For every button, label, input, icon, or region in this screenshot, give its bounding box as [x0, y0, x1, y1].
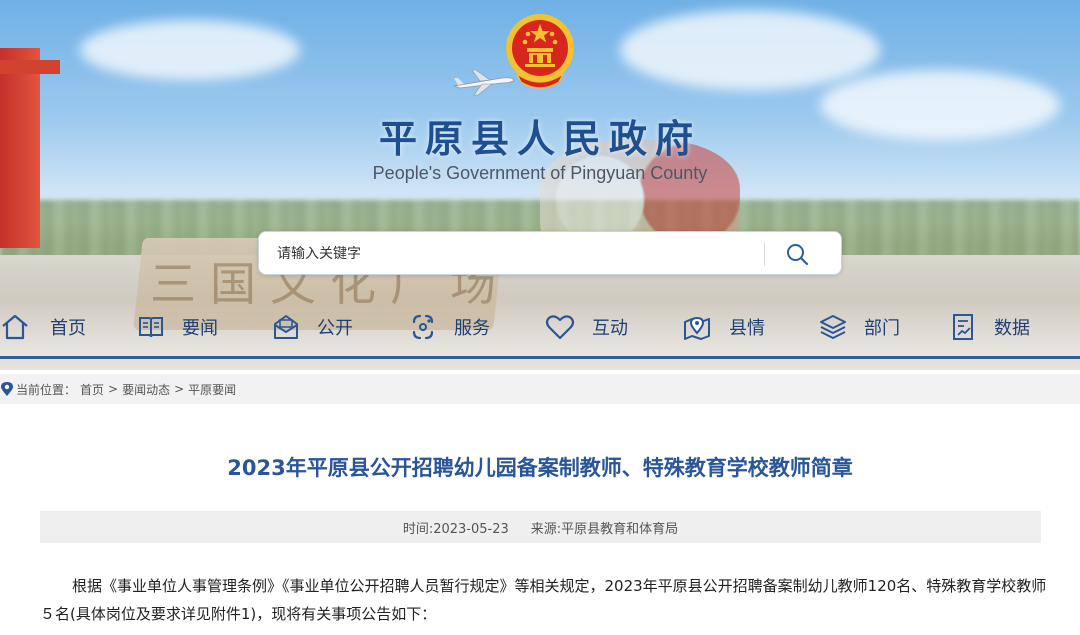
article-meta: 时间:2023-05-23 来源:平原县教育和体育局 [40, 511, 1041, 543]
envelope-icon [274, 315, 298, 339]
red-gate-beam [0, 60, 60, 74]
nav-item-county[interactable]: 县情 [681, 297, 765, 357]
nav-item-public[interactable]: 公开 [271, 297, 353, 357]
national-emblem-icon [506, 14, 574, 89]
breadcrumb-separator: > [174, 382, 185, 396]
breadcrumb: 当前位置： 首页 > 要闻动态 > 平原要闻 [0, 374, 1080, 404]
header-banner: 三国文化广场 平原县人民政府 People's Government of Pi… [0, 0, 1080, 370]
book-icon [139, 317, 163, 338]
nav-label: 互动 [592, 318, 628, 339]
nav-item-home[interactable]: 首页 [0, 297, 86, 357]
nav-item-departments[interactable]: 部门 [818, 297, 900, 357]
nav-item-data[interactable]: 数据 [948, 297, 1030, 357]
heart-icon [545, 315, 575, 340]
search-box [258, 231, 842, 275]
nav-item-news[interactable]: 要闻 [136, 297, 218, 357]
breadcrumb-separator: > [108, 382, 119, 396]
search-input[interactable] [277, 242, 757, 266]
article-source: 来源:平原县教育和体育局 [530, 521, 679, 537]
cloud [80, 20, 300, 80]
site-title: 平原县人民政府 [378, 116, 701, 161]
search-icon [787, 244, 809, 266]
nav-item-service[interactable]: 服务 [408, 297, 490, 357]
nav-label: 服务 [454, 318, 490, 339]
article-paragraph: 根据《事业单位人事管理条例》《事业单位公开招聘人员暂行规定》等相关规定，2023… [40, 577, 1047, 623]
main-nav: 首页 要闻 公开 服务 互动 县情 部门 数据 [0, 297, 1080, 357]
publish-time: 时间:2023-05-23 [402, 521, 509, 537]
home-icon [2, 314, 28, 340]
nav-underline [0, 356, 1080, 359]
nav-label: 首页 [50, 318, 86, 339]
data-icon [953, 314, 973, 340]
map-pin-icon [684, 316, 710, 340]
service-icon [412, 314, 434, 340]
nav-label: 要闻 [182, 318, 218, 339]
breadcrumb-home[interactable]: 首页 [80, 381, 104, 398]
breadcrumb-prefix: 当前位置： [16, 382, 77, 397]
layers-icon [820, 315, 846, 339]
nav-label: 公开 [317, 318, 353, 339]
search-divider [764, 242, 765, 266]
nav-label: 部门 [864, 318, 900, 339]
breadcrumb-local-news[interactable]: 平原要闻 [188, 381, 236, 398]
cloud [620, 10, 880, 90]
nav-label: 县情 [729, 318, 765, 339]
location-icon [1, 382, 13, 396]
nav-label: 数据 [994, 318, 1030, 339]
nav-item-interact[interactable]: 互动 [544, 297, 628, 357]
site-subtitle: People's Government of Pingyuan County [372, 163, 708, 183]
search-button[interactable] [777, 238, 817, 270]
breadcrumb-news[interactable]: 要闻动态 [122, 381, 170, 398]
article-title: 2023年平原县公开招聘幼儿园备案制教师、特殊教育学校教师简章 [227, 456, 853, 480]
